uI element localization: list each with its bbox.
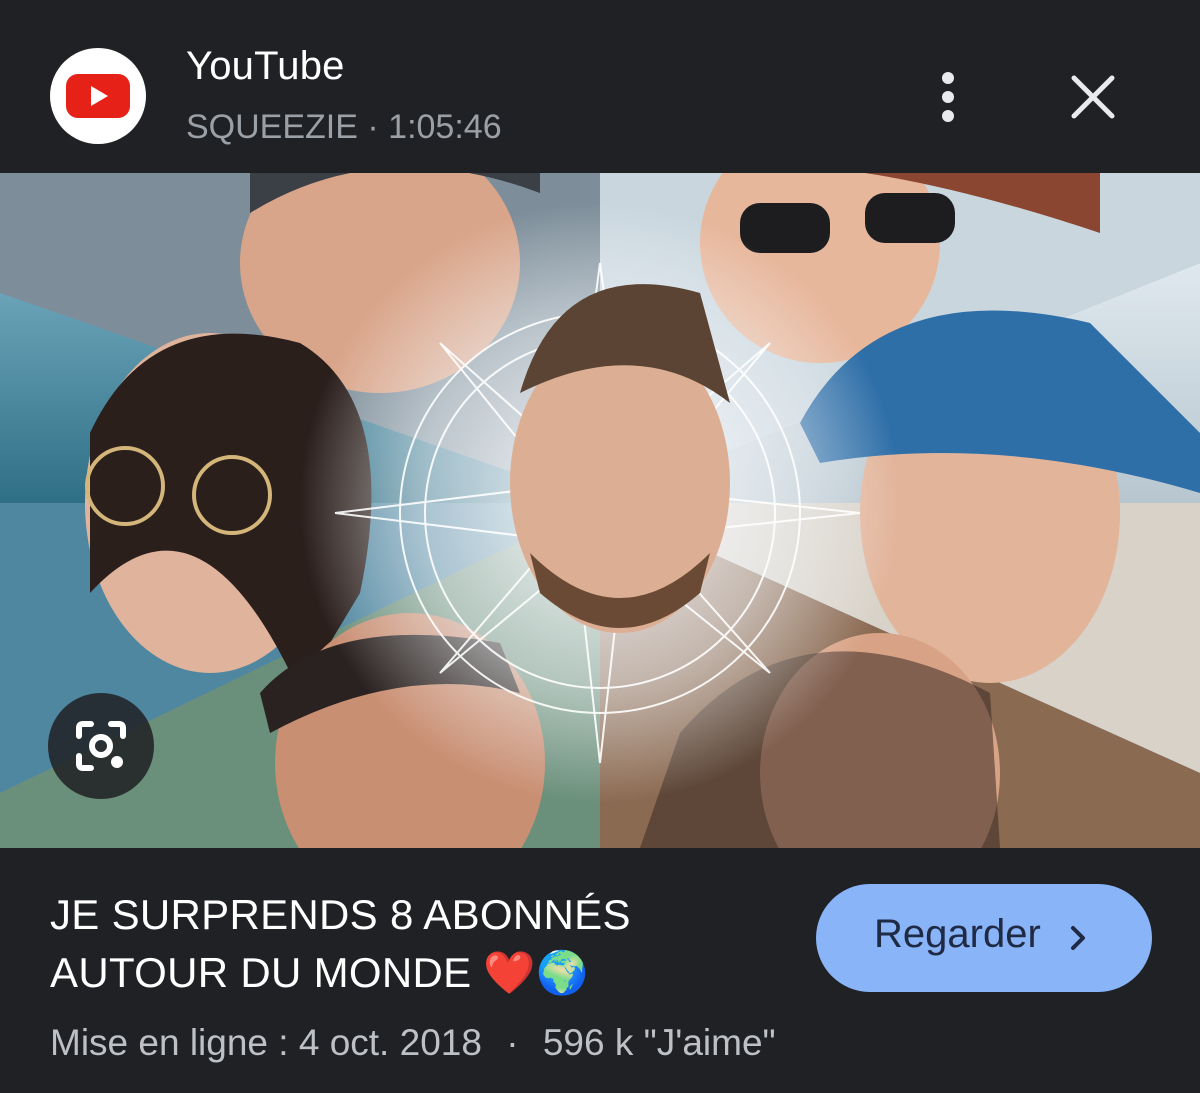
watch-button-label: Regarder [874,912,1041,956]
video-meta: Mise en ligne : 4 oct. 2018 · 596 k "J'a… [50,1022,776,1064]
more-options-icon[interactable] [926,66,972,128]
video-title[interactable]: JE SURPRENDS 8 ABONNÉS AUTOUR DU MONDE ❤… [50,886,770,1002]
video-title-line-1: JE SURPRENDS 8 ABONNÉS [50,891,631,938]
video-title-line-2: AUTOUR DU MONDE ❤️🌍 [50,949,589,996]
thumbnail-collage [0,173,1200,848]
google-lens-icon[interactable] [48,693,154,799]
close-icon[interactable] [1066,70,1120,124]
chevron-right-icon [1071,926,1085,950]
meta-separator: · [506,1022,519,1063]
result-header: YouTube SQUEEZIE · 1:05:46 [0,0,1200,173]
source-name: YouTube [186,44,345,88]
upload-date: Mise en ligne : 4 oct. 2018 [50,1022,482,1063]
video-thumbnail[interactable] [0,173,1200,848]
watch-button[interactable]: Regarder [816,884,1152,992]
youtube-logo-icon [50,48,146,144]
source-meta: SQUEEZIE · 1:05:46 [186,108,502,147]
like-count: 596 k "J'aime" [542,1022,776,1063]
video-duration: 1:05:46 [388,108,502,146]
meta-separator: · [367,108,379,146]
channel-name[interactable]: SQUEEZIE [186,108,358,146]
